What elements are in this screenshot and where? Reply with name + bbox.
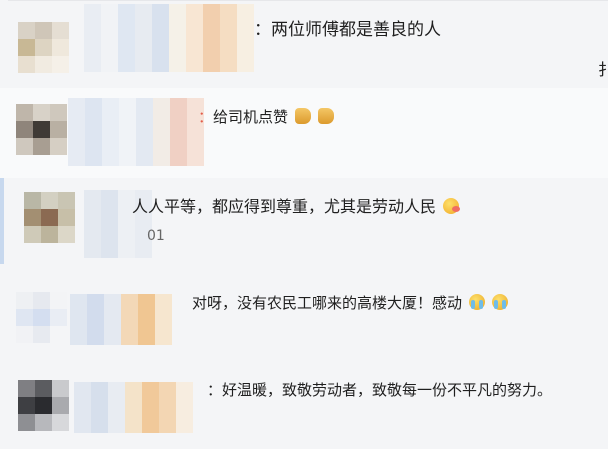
username-blurred [68,98,204,166]
avatar-blurred [18,380,69,431]
thumbs-up-icon [294,108,311,124]
username-blurred [74,382,193,433]
comment-text: 对呀，没有农民工哪来的高楼大厦！感动 [192,294,463,312]
comment-colon: ： [254,20,271,40]
crying-face-icon [491,294,508,310]
crying-face-icon [468,294,485,310]
divider [8,0,608,1]
thumbs-up-icon [317,108,334,124]
highlight-accent-bar [0,178,4,264]
comment-1: ：两位师傅都是善良的人 [254,22,441,39]
avatar-blurred [18,22,69,73]
comment-time-fragment: 01 [147,228,165,244]
comment-text: 人人平等，都应得到尊重，尤其是劳动人民 [132,197,437,216]
avatar-blurred [16,104,67,155]
username-blurred [84,4,254,72]
comment-4: 对呀，没有农民工哪来的高楼大厦！感动 [192,294,508,311]
comment-text: 两位师傅都是善良的人 [271,20,441,40]
avatar-blurred [16,292,67,343]
username-blurred [70,294,172,345]
blowing-kiss-icon [443,198,461,214]
comment-colon: ： [207,381,223,399]
clipped-edge-text: 扌 [598,60,608,79]
comment-5: ：好温暖，致敬劳动者，致敬每一份不平凡的努力。 [207,383,552,398]
comment-2: ：给司机点赞 [198,108,334,125]
comment-colon: ： [198,108,214,126]
avatar-blurred [24,192,75,243]
comment-text: 给司机点赞 [213,108,289,126]
comment-3: 人人平等，都应得到尊重，尤其是劳动人民 [132,197,461,216]
comment-text: 好温暖，致敬劳动者，致敬每一份不平凡的努力。 [222,381,553,399]
